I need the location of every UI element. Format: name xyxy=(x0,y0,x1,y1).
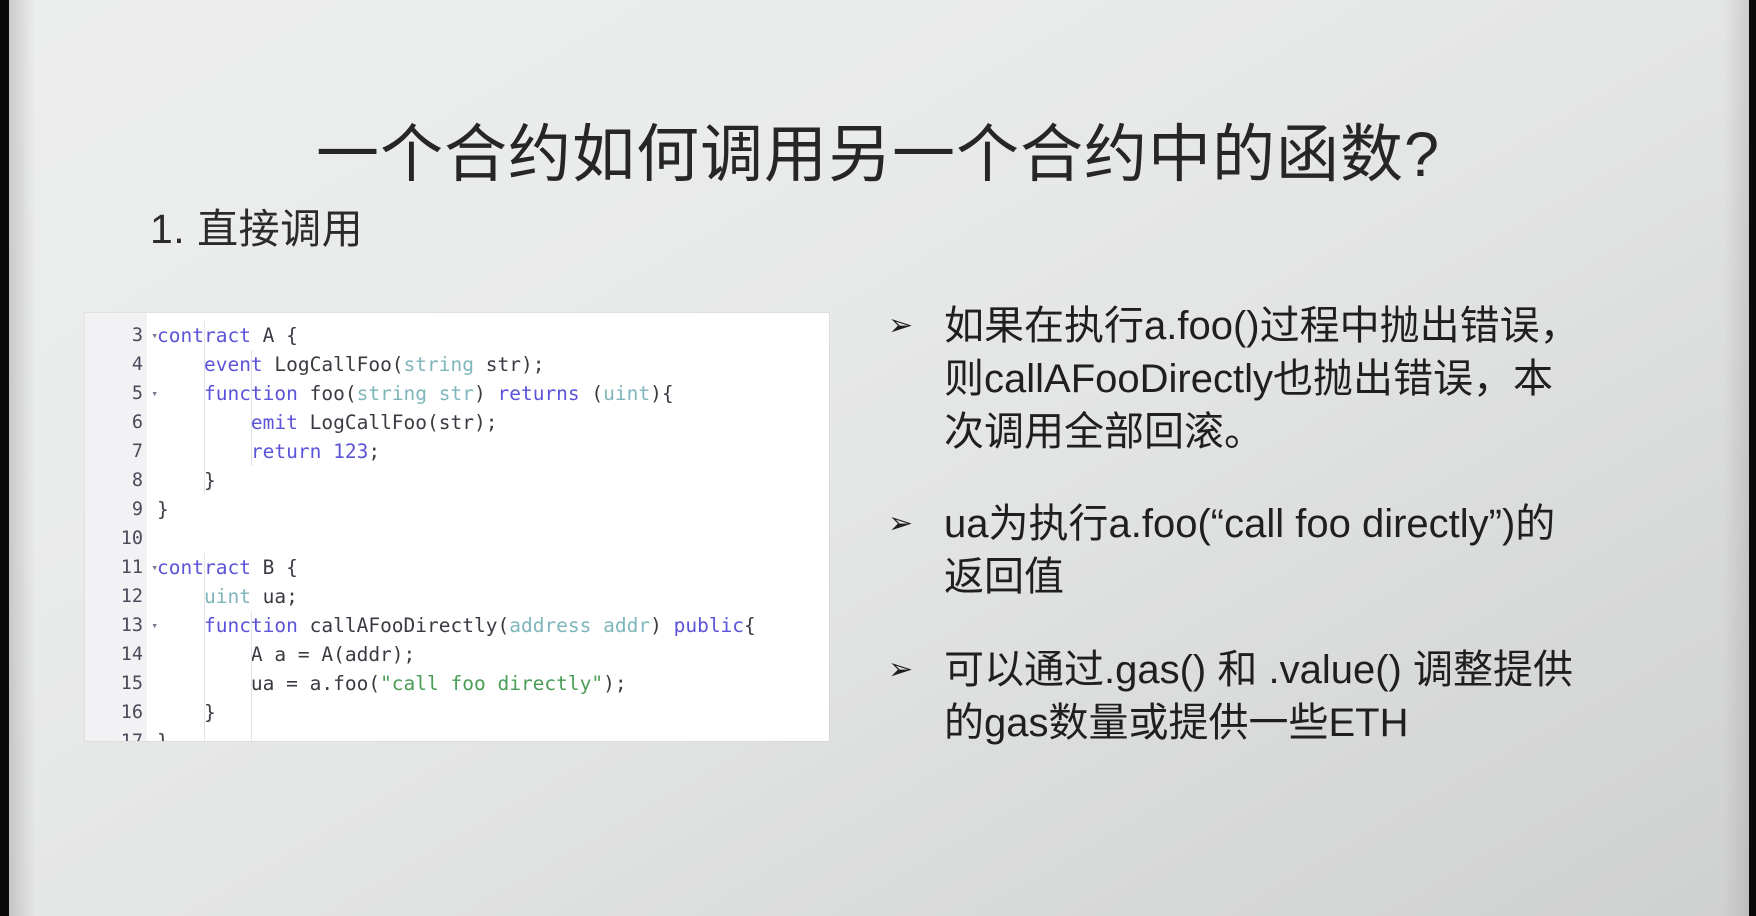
code-line: ua = a.foo("call foo directly"); xyxy=(157,669,829,698)
code-line-number: 10 xyxy=(120,528,143,549)
code-token: 123 xyxy=(333,440,369,463)
code-token: } xyxy=(157,469,216,492)
code-line-number: 3 ▾ xyxy=(85,321,158,350)
code-line-number: 15 xyxy=(120,673,143,694)
code-token: str); xyxy=(474,353,545,376)
bullet-arrow-icon: ➢ xyxy=(888,506,914,542)
code-token: ua; xyxy=(250,585,298,608)
code-line: A a = A(addr); xyxy=(157,640,829,669)
code-token: { xyxy=(744,614,756,637)
bullet-item: ➢ 可以通过.gas() 和 .value() 调整提供的gas数量或提供一些ET… xyxy=(888,644,1588,750)
code-token: } xyxy=(157,701,216,724)
bullet-item: ➢ ua为执行a.foo(“call foo directly”)的返回值 xyxy=(888,498,1588,604)
code-token: string str xyxy=(356,382,474,405)
code-line-number: 9 xyxy=(131,499,143,520)
code-line: } xyxy=(157,698,829,727)
bullet-arrow-icon: ➢ xyxy=(888,308,914,343)
code-line: emit LogCallFoo(str); xyxy=(157,408,829,437)
bullet-arrow-icon: ➢ xyxy=(888,651,914,687)
code-token: string xyxy=(403,353,475,376)
code-token: returns xyxy=(497,382,580,405)
code-token: LogCallFoo(str); xyxy=(297,411,498,434)
code-line: event LogCallFoo(string str); xyxy=(157,350,829,379)
code-token: ); xyxy=(603,672,627,695)
code-block-panel: 3▾ 4 5▾ 6 7 8 9 10 11▾ 12 13▾ 14 15 16 17 contract A {… xyxy=(85,313,829,741)
code-content-area: contract A { event LogCallFoo(string str… xyxy=(147,313,829,741)
code-line: function callAFooDirectly(address addr) … xyxy=(157,611,829,640)
code-indent-guide xyxy=(203,553,205,741)
code-token: event xyxy=(203,353,263,376)
slide-title: 一个合约如何调用另一个合约中的函数? xyxy=(315,120,1441,191)
code-token: ) xyxy=(650,614,674,637)
code-line: contract B { xyxy=(157,553,829,582)
code-indent-guide xyxy=(250,350,252,466)
code-token: "call foo directly" xyxy=(380,672,604,695)
code-token: } xyxy=(157,498,169,521)
code-token: LogCallFoo( xyxy=(262,353,404,376)
code-line-number: 11 ▾ xyxy=(85,553,158,582)
bullet-list: ➢ 如果在执行a.foo()过程中抛出错误，则callAFooDirectly也抛… xyxy=(888,300,1588,790)
code-line: return 123; xyxy=(157,437,829,466)
code-indent-guide xyxy=(250,611,252,741)
code-line-number: 8 xyxy=(131,470,143,491)
code-line: function foo(string str) returns (uint){ xyxy=(157,379,829,408)
bullet-text: ua为执行a.foo(“call foo directly”)的返回值 xyxy=(944,502,1556,600)
slide-canvas: 一个合约如何调用另一个合约中的函数? 1. 直接调用 3 ▾ 4 5 ▾ 6 7 8 9 10 11… xyxy=(0,0,1756,916)
code-indent-guide xyxy=(203,321,205,495)
code-token: uint xyxy=(603,382,651,405)
code-token: public xyxy=(673,614,745,637)
code-token: address addr xyxy=(509,614,651,637)
code-token: A { xyxy=(250,324,298,347)
code-token: uint xyxy=(203,585,251,608)
code-token: return xyxy=(250,440,322,463)
code-line: contract A { xyxy=(157,321,829,350)
code-line-number: 12 xyxy=(120,586,143,607)
bullet-item: ➢ 如果在执行a.foo()过程中抛出错误，则callAFooDirectly也抛… xyxy=(888,300,1588,458)
code-token: B { xyxy=(250,556,298,579)
code-line-number: 17 xyxy=(85,727,147,741)
code-line-number-gutter: 3▾ 4 5▾ 6 7 8 9 10 11▾ 12 13▾ 14 15 16 17 xyxy=(85,313,158,741)
code-line-number: 5 ▾ xyxy=(85,379,158,408)
code-line: } xyxy=(157,466,829,495)
slide-subtitle: 1. 直接调用 xyxy=(150,206,364,252)
code-line-number: 4 xyxy=(131,354,143,375)
code-line: } xyxy=(157,727,829,741)
code-token: } xyxy=(157,730,169,741)
code-token: callAFooDirectly( xyxy=(297,614,510,637)
letterbox-left-bar xyxy=(0,0,9,916)
bullet-text: 可以通过.gas() 和 .value() 调整提供的gas数量或提供一些ETH xyxy=(944,647,1573,745)
bullet-text: 如果在执行a.foo()过程中抛出错误，则callAFooDirectly也抛出… xyxy=(944,304,1580,454)
code-line-number: 14 xyxy=(120,644,143,665)
code-token: ){ xyxy=(650,382,674,405)
code-token: foo( xyxy=(297,382,357,405)
code-token: ua = a.foo( xyxy=(157,672,381,695)
code-line-number: 7 xyxy=(131,441,143,462)
code-token: emit xyxy=(250,411,298,434)
code-token: ( xyxy=(579,382,604,405)
code-line-number: 13 ▾ xyxy=(85,611,158,640)
code-line-number: 16 xyxy=(120,702,143,723)
code-token: A a = A(addr); xyxy=(157,643,416,666)
code-line: uint ua; xyxy=(157,582,829,611)
code-token: ; xyxy=(368,440,381,463)
code-token: ) xyxy=(474,382,498,405)
code-line: } xyxy=(157,495,829,524)
code-line-number: 6 xyxy=(131,412,143,433)
letterbox-right-bar xyxy=(1749,0,1756,916)
